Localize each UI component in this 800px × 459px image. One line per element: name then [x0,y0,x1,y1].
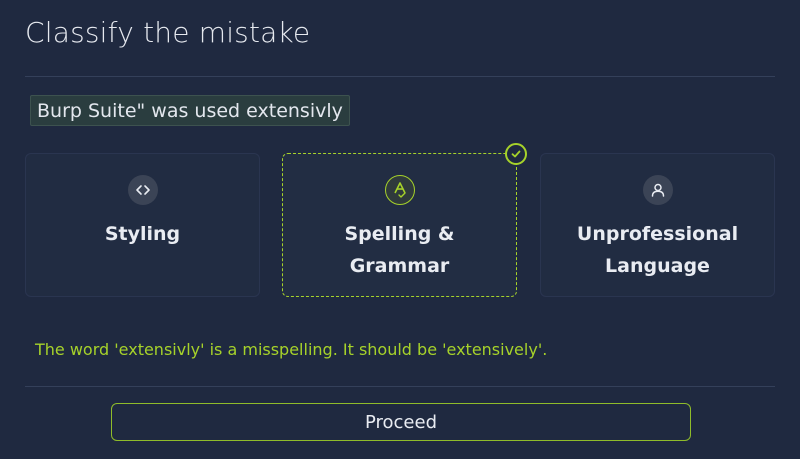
classify-mistake-panel: Classify the mistake Burp Suite" was use… [0,0,800,459]
header-divider [25,76,775,77]
option-label-spelling-grammar: Spelling & Grammar [344,223,455,277]
feedback-message: The word 'extensivly' is a misspelling. … [35,340,548,359]
spellcheck-icon [384,175,415,205]
footer-divider [25,386,775,387]
option-label-styling: Styling [104,223,181,245]
option-card-styling[interactable]: Styling [25,153,260,297]
code-icon [127,175,158,205]
option-card-unprofessional-language[interactable]: Unprofessional Language [540,153,775,297]
mistake-excerpt: Burp Suite" was used extensivly [30,95,350,126]
proceed-button[interactable]: Proceed [111,403,691,441]
selected-check-icon [505,143,527,165]
page-title: Classify the mistake [25,16,311,49]
option-card-spelling-grammar[interactable]: Spelling & Grammar [282,143,527,297]
user-icon [642,175,673,205]
option-label-unprofessional-language: Unprofessional Language [576,223,739,277]
